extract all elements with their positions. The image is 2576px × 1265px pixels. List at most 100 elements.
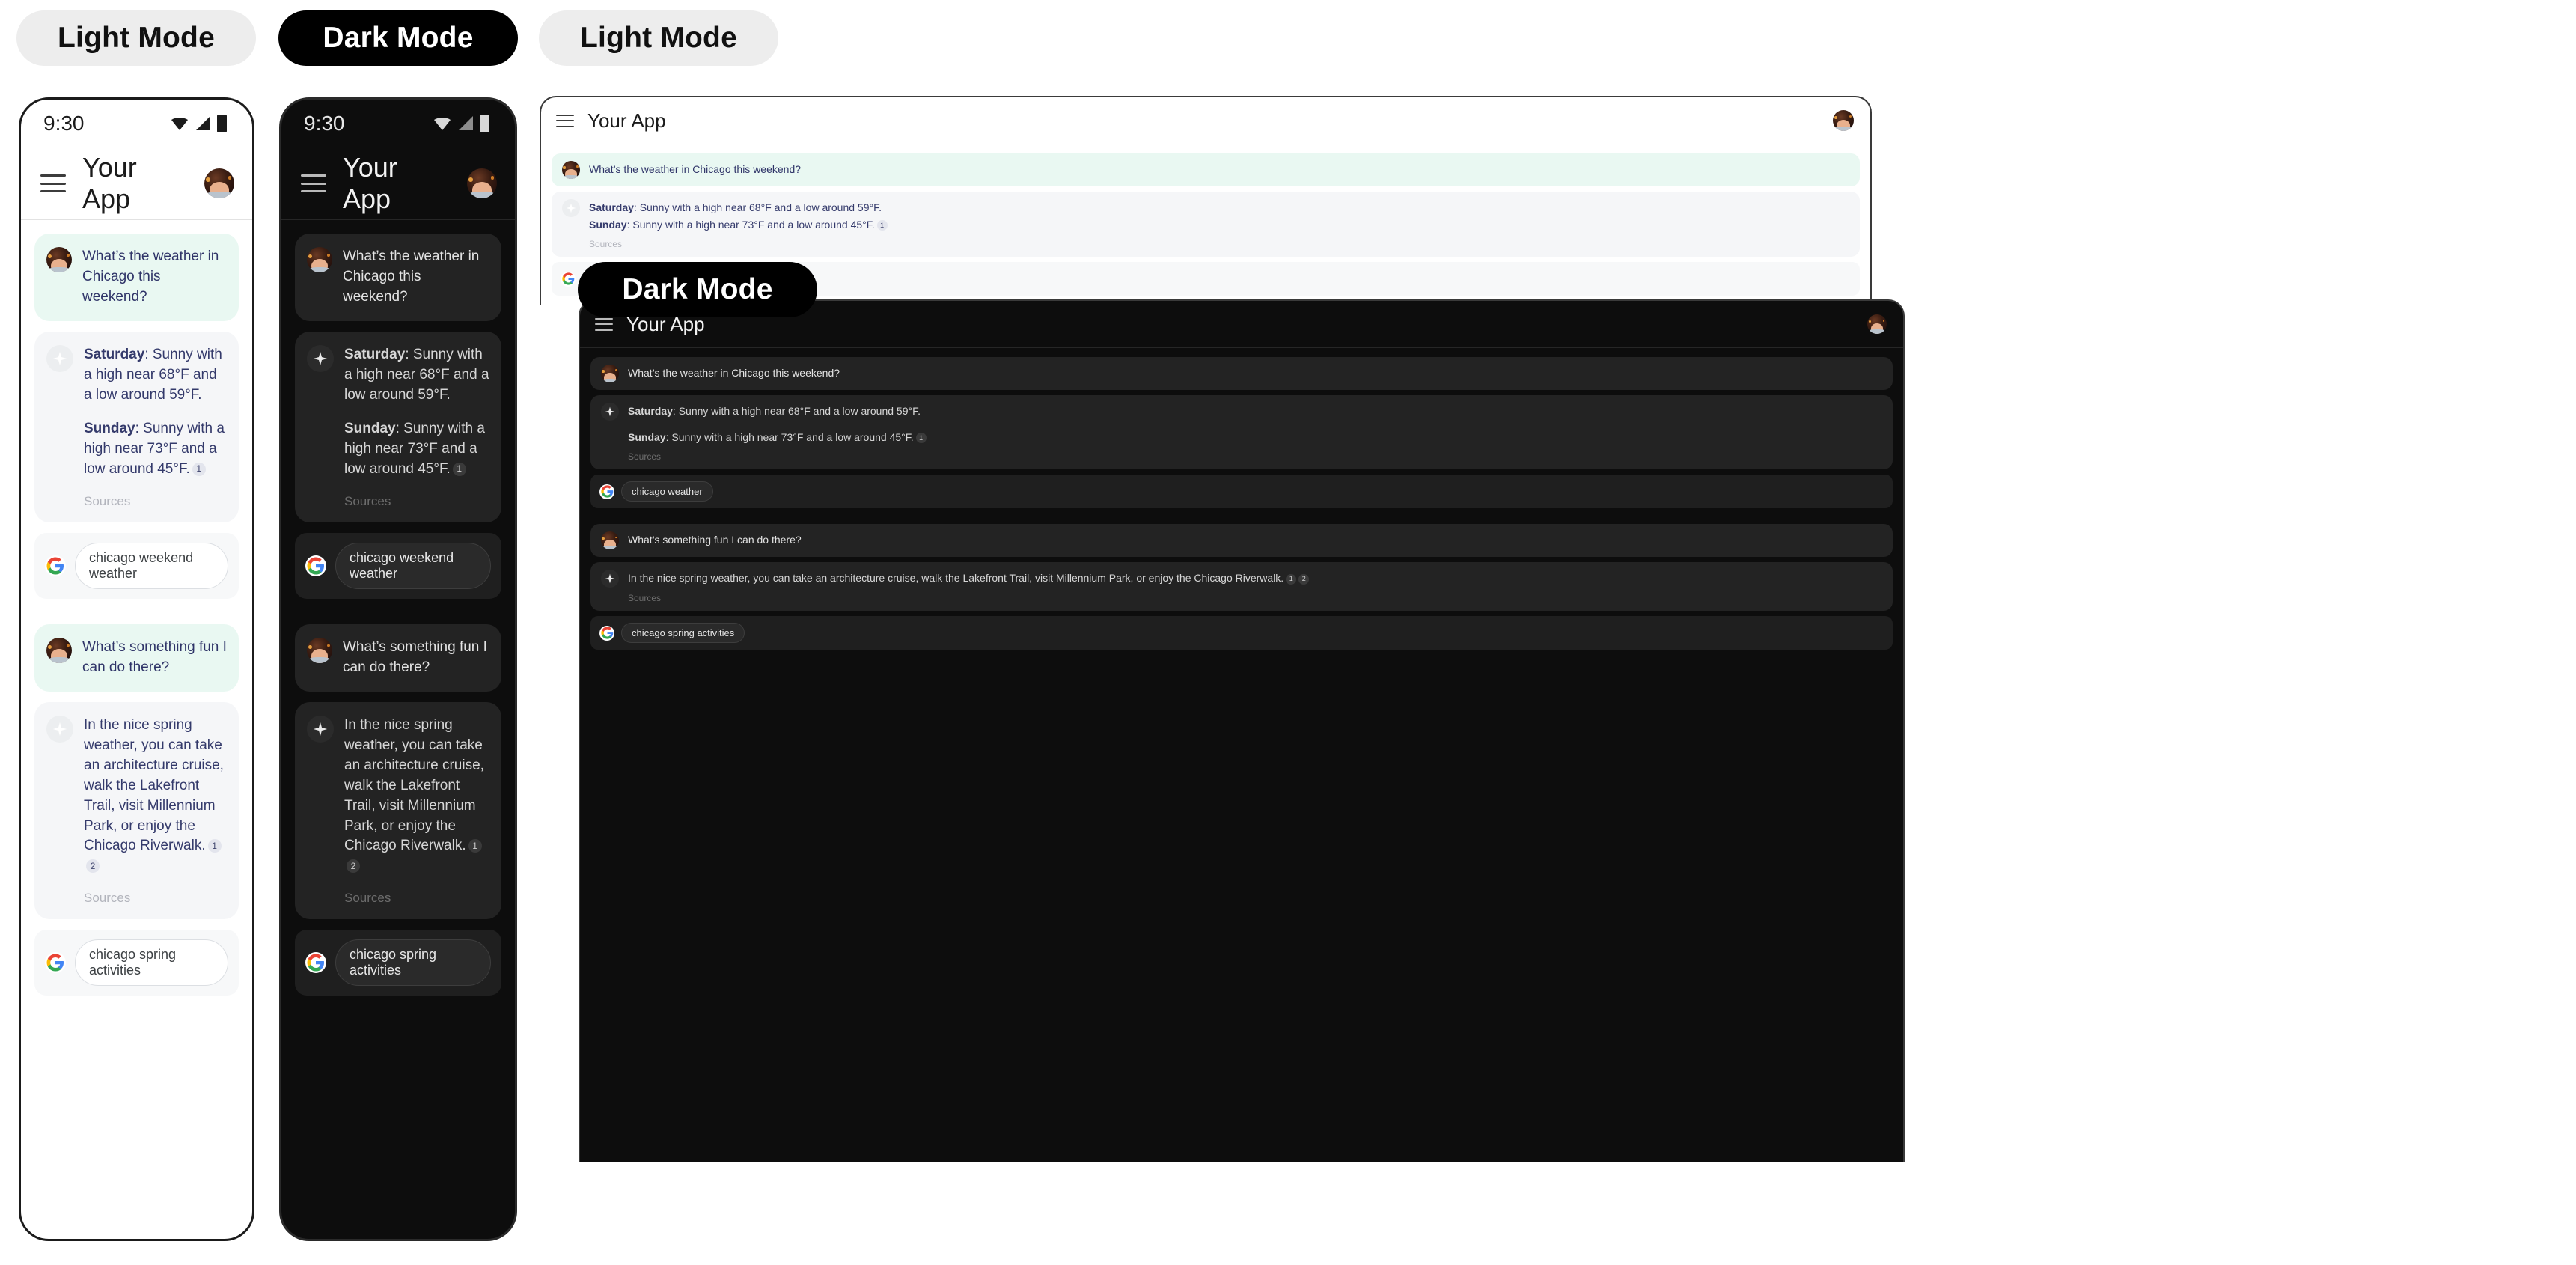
app-title: Your App [587, 109, 666, 132]
user-message-bubble: What’s the weather in Chicago this weeke… [590, 357, 1893, 390]
day-label-saturday: Saturday [628, 405, 673, 417]
user-message-bubble: What’s something fun I can do there? [590, 524, 1893, 558]
sources-label[interactable]: Sources [628, 451, 1882, 462]
user-avatar [562, 161, 580, 179]
day-label-saturday: Saturday [344, 346, 406, 362]
day-label-sunday: Sunday [628, 430, 666, 443]
hamburger-menu-icon[interactable] [556, 114, 574, 127]
search-suggestion-row[interactable]: chicago weekend weather [34, 532, 239, 599]
sources-label[interactable]: Sources [344, 494, 489, 509]
battery-icon [480, 115, 489, 132]
status-bar-clock: 9:30 [304, 112, 345, 135]
assistant-answer-text: In the nice spring weather, you can take… [344, 716, 484, 854]
google-g-icon [305, 555, 326, 576]
assistant-message-bubble: Saturday: Sunny with a high near 68°F an… [552, 192, 1860, 257]
user-avatar[interactable] [1833, 110, 1854, 131]
search-query-chip[interactable]: chicago spring activities [75, 939, 228, 987]
status-bar-icons [171, 115, 227, 132]
message-text: What’s something fun I can do there? [82, 638, 227, 675]
saturday-forecast: : Sunny with a high near 68°F and a low … [633, 201, 882, 213]
sparkle-icon [46, 715, 73, 743]
citation-chip[interactable]: 1 [915, 432, 927, 443]
citation-chip[interactable]: 1 [207, 839, 222, 853]
citation-chip[interactable]: 1 [192, 462, 206, 476]
citation-chip[interactable]: 2 [86, 859, 100, 874]
hamburger-menu-icon[interactable] [301, 174, 326, 192]
user-avatar [46, 247, 72, 272]
user-avatar [307, 637, 332, 663]
sunday-forecast: : Sunny with a high near 73°F and a low … [665, 430, 914, 443]
light-mode-phone-frame: 9:30 Your App What’s the weather in Chic… [19, 97, 254, 1241]
sources-label[interactable]: Sources [84, 494, 227, 509]
assistant-line-saturday: Saturday: Sunny with a high near 68°F an… [84, 345, 227, 406]
app-bar: Your App [541, 97, 1870, 144]
chat-thread: What’s the weather in Chicago this weeke… [580, 348, 1903, 650]
sources-label[interactable]: Sources [344, 891, 489, 906]
sparkle-icon [46, 344, 73, 372]
message-text: What’s the weather in Chicago this weeke… [343, 249, 480, 305]
wifi-icon [171, 118, 188, 130]
app-bar: Your App [281, 147, 515, 219]
citation-chip[interactable]: 2 [1298, 573, 1310, 585]
day-label-saturday: Saturday [589, 201, 634, 213]
citation-chip[interactable]: 1 [452, 462, 466, 476]
assistant-answer-text: In the nice spring weather, you can take… [84, 716, 224, 854]
sparkle-icon [562, 199, 580, 217]
assistant-answer-text: In the nice spring weather, you can take… [628, 572, 1284, 585]
search-query-chip[interactable]: chicago spring activities [335, 939, 491, 987]
message-text: What’s the weather in Chicago this weeke… [628, 367, 840, 379]
user-avatar[interactable] [467, 168, 497, 198]
sources-label[interactable]: Sources [628, 593, 1882, 603]
cell-signal-icon [196, 116, 210, 130]
battery-icon [217, 115, 227, 132]
sunday-forecast: : Sunny with a high near 73°F and a low … [626, 218, 875, 231]
user-avatar [601, 365, 619, 382]
cell-signal-icon [459, 116, 473, 130]
search-suggestion-row[interactable]: chicago spring activities [34, 930, 239, 996]
message-text: What’s something fun I can do there? [628, 534, 802, 546]
sources-label[interactable]: Sources [589, 239, 1849, 249]
message-text: What’s something fun I can do there? [343, 638, 487, 675]
google-g-icon [45, 952, 66, 974]
search-suggestion-row[interactable]: chicago weekend weather [295, 532, 501, 599]
user-avatar [307, 247, 332, 272]
user-avatar[interactable] [204, 168, 234, 198]
sparkle-icon [307, 344, 334, 372]
user-message-bubble: What’s something fun I can do there? [295, 624, 501, 692]
user-avatar [46, 637, 72, 663]
app-title: Your App [343, 152, 397, 214]
mode-label-light-phone: Light Mode [16, 10, 256, 66]
search-query-chip[interactable]: chicago weekend weather [335, 542, 491, 589]
message-text: In the nice spring weather, you can take… [344, 716, 489, 877]
assistant-message-bubble: Saturday: Sunny with a high near 68°F an… [590, 395, 1893, 470]
comparison-canvas: Light Mode 9:30 Your App What’s the weat… [0, 0, 2576, 1265]
search-query-chip[interactable]: chicago weather [621, 481, 713, 502]
citation-chip[interactable]: 1 [468, 839, 482, 853]
assistant-message-bubble: Saturday: Sunny with a high near 68°F an… [295, 331, 501, 522]
google-g-icon [305, 952, 326, 974]
status-bar: 9:30 [281, 100, 515, 147]
citation-chip[interactable]: 1 [1286, 573, 1297, 585]
hamburger-menu-icon[interactable] [40, 174, 66, 192]
message-text: What’s the weather in Chicago this weeke… [589, 163, 802, 175]
citation-chip[interactable]: 2 [347, 859, 360, 874]
search-suggestion-row[interactable]: chicago weather [590, 475, 1893, 509]
citation-chip[interactable]: 1 [876, 219, 888, 231]
chat-thread: What’s the weather in Chicago this weeke… [281, 220, 515, 996]
status-bar-clock: 9:30 [43, 112, 85, 135]
day-label-sunday: Sunday [84, 420, 135, 436]
sparkle-icon [601, 570, 619, 588]
hamburger-menu-icon[interactable] [595, 317, 613, 331]
search-suggestion-row[interactable]: chicago spring activities [590, 616, 1893, 650]
search-query-chip[interactable]: chicago spring activities [621, 623, 745, 644]
assistant-line-sunday: Sunday: Sunny with a high near 73°F and … [589, 216, 1849, 234]
user-message-bubble: What’s something fun I can do there? [34, 624, 239, 692]
google-g-icon [599, 484, 614, 499]
user-message-bubble: What’s the weather in Chicago this weeke… [295, 234, 501, 321]
app-title: Your App [82, 152, 137, 214]
search-suggestion-row[interactable]: chicago spring activities [295, 930, 501, 996]
search-query-chip[interactable]: chicago weekend weather [75, 542, 228, 589]
user-avatar[interactable] [1867, 314, 1887, 334]
sparkle-icon [307, 715, 334, 743]
sources-label[interactable]: Sources [84, 891, 227, 906]
